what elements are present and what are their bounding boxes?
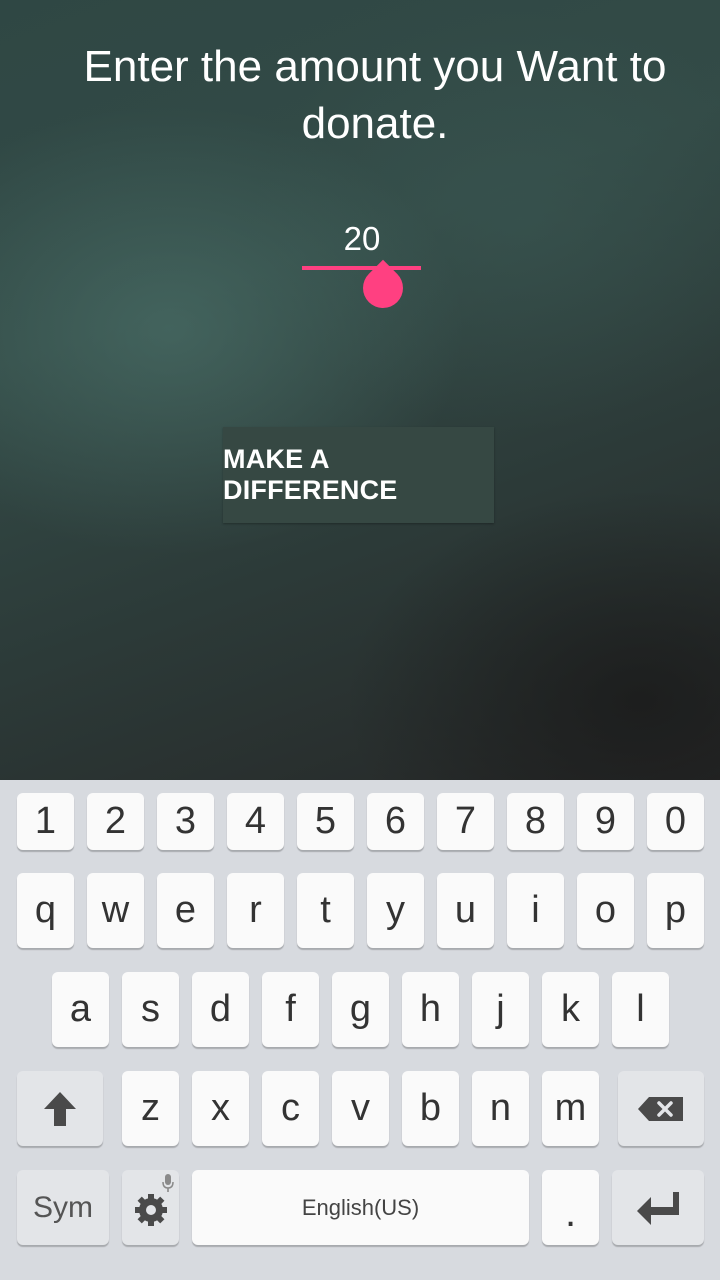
input-underline	[302, 266, 421, 270]
key-4[interactable]: 4	[227, 793, 284, 850]
key-label: q	[34, 889, 57, 931]
backspace-icon	[638, 1096, 683, 1121]
make-a-difference-button[interactable]: MAKE A DIFFERENCE	[223, 427, 494, 523]
key-l[interactable]: l	[612, 972, 669, 1047]
key-label: y	[386, 889, 405, 931]
key-7[interactable]: 7	[437, 793, 494, 850]
key-label: g	[349, 988, 372, 1030]
key-v[interactable]: v	[332, 1071, 389, 1146]
key-h[interactable]: h	[402, 972, 459, 1047]
sym-key[interactable]: Sym	[17, 1170, 109, 1245]
key-label: s	[141, 988, 160, 1030]
backspace-key[interactable]	[618, 1071, 704, 1146]
key-label: f	[285, 988, 296, 1030]
key-i[interactable]: i	[507, 873, 564, 948]
key-label: k	[561, 988, 580, 1030]
soft-keyboard: 1 2 3 4 5 6 7 8 9 0 q w e r t y u i o p …	[0, 780, 720, 1280]
key-label: b	[419, 1087, 442, 1129]
key-label: i	[531, 889, 540, 931]
key-label: 0	[664, 800, 687, 842]
key-label: 5	[314, 800, 337, 842]
key-x[interactable]: x	[192, 1071, 249, 1146]
key-label: h	[419, 988, 442, 1030]
page-title: Enter the amount you Want to donate.	[83, 42, 667, 148]
key-label: 6	[384, 800, 407, 842]
key-label: 4	[244, 800, 267, 842]
shift-arrow-icon	[44, 1091, 76, 1126]
key-n[interactable]: n	[472, 1071, 529, 1146]
key-t[interactable]: t	[297, 873, 354, 948]
key-label: n	[489, 1087, 512, 1129]
key-p[interactable]: p	[647, 873, 704, 948]
key-z[interactable]: z	[122, 1071, 179, 1146]
key-j[interactable]: j	[472, 972, 529, 1047]
shift-key[interactable]	[17, 1071, 103, 1146]
key-label: 9	[594, 800, 617, 842]
mic-icon	[162, 1174, 174, 1192]
space-language-label: English(US)	[301, 1194, 420, 1220]
key-u[interactable]: u	[437, 873, 494, 948]
key-label: p	[664, 889, 687, 931]
key-label: 3	[174, 800, 197, 842]
key-label: x	[211, 1087, 230, 1129]
sym-label: Sym	[33, 1190, 93, 1224]
key-3[interactable]: 3	[157, 793, 214, 850]
enter-key[interactable]	[612, 1170, 704, 1245]
key-e[interactable]: e	[157, 873, 214, 948]
amount-input[interactable]	[302, 214, 422, 264]
key-label: v	[351, 1087, 370, 1129]
key-b[interactable]: b	[402, 1071, 459, 1146]
key-label: a	[69, 988, 92, 1030]
key-label: 7	[454, 800, 477, 842]
settings-key[interactable]	[122, 1170, 179, 1245]
key-1[interactable]: 1	[17, 793, 74, 850]
key-a[interactable]: a	[52, 972, 109, 1047]
key-k[interactable]: k	[542, 972, 599, 1047]
key-r[interactable]: r	[227, 873, 284, 948]
key-label: c	[281, 1087, 300, 1129]
key-label: e	[174, 889, 197, 931]
key-label: t	[320, 889, 331, 931]
key-w[interactable]: w	[87, 873, 144, 948]
key-m[interactable]: m	[542, 1071, 599, 1146]
key-8[interactable]: 8	[507, 793, 564, 850]
key-label: m	[554, 1087, 587, 1129]
key-label: l	[636, 988, 645, 1030]
gear-icon	[134, 1193, 167, 1226]
key-o[interactable]: o	[577, 873, 634, 948]
key-2[interactable]: 2	[87, 793, 144, 850]
key-label: z	[141, 1087, 160, 1129]
space-bar[interactable]: English(US)	[192, 1170, 529, 1245]
key-label: u	[454, 889, 477, 931]
key-5[interactable]: 5	[297, 793, 354, 850]
key-label: w	[101, 889, 130, 931]
amount-field[interactable]	[302, 214, 422, 317]
key-label: j	[496, 988, 505, 1030]
key-label: 8	[524, 800, 547, 842]
key-s[interactable]: s	[122, 972, 179, 1047]
key-period[interactable]: .	[542, 1170, 599, 1245]
key-9[interactable]: 9	[577, 793, 634, 850]
key-y[interactable]: y	[367, 873, 424, 948]
key-0[interactable]: 0	[647, 793, 704, 850]
key-q[interactable]: q	[17, 873, 74, 948]
key-label: 2	[104, 800, 127, 842]
key-6[interactable]: 6	[367, 793, 424, 850]
key-g[interactable]: g	[332, 972, 389, 1047]
key-c[interactable]: c	[262, 1071, 319, 1146]
key-label: d	[209, 988, 232, 1030]
key-f[interactable]: f	[262, 972, 319, 1047]
key-label: o	[594, 889, 617, 931]
key-label: r	[249, 889, 262, 931]
enter-icon	[637, 1191, 679, 1225]
key-label: 1	[34, 800, 57, 842]
key-d[interactable]: d	[192, 972, 249, 1047]
key-label: .	[564, 1190, 577, 1235]
